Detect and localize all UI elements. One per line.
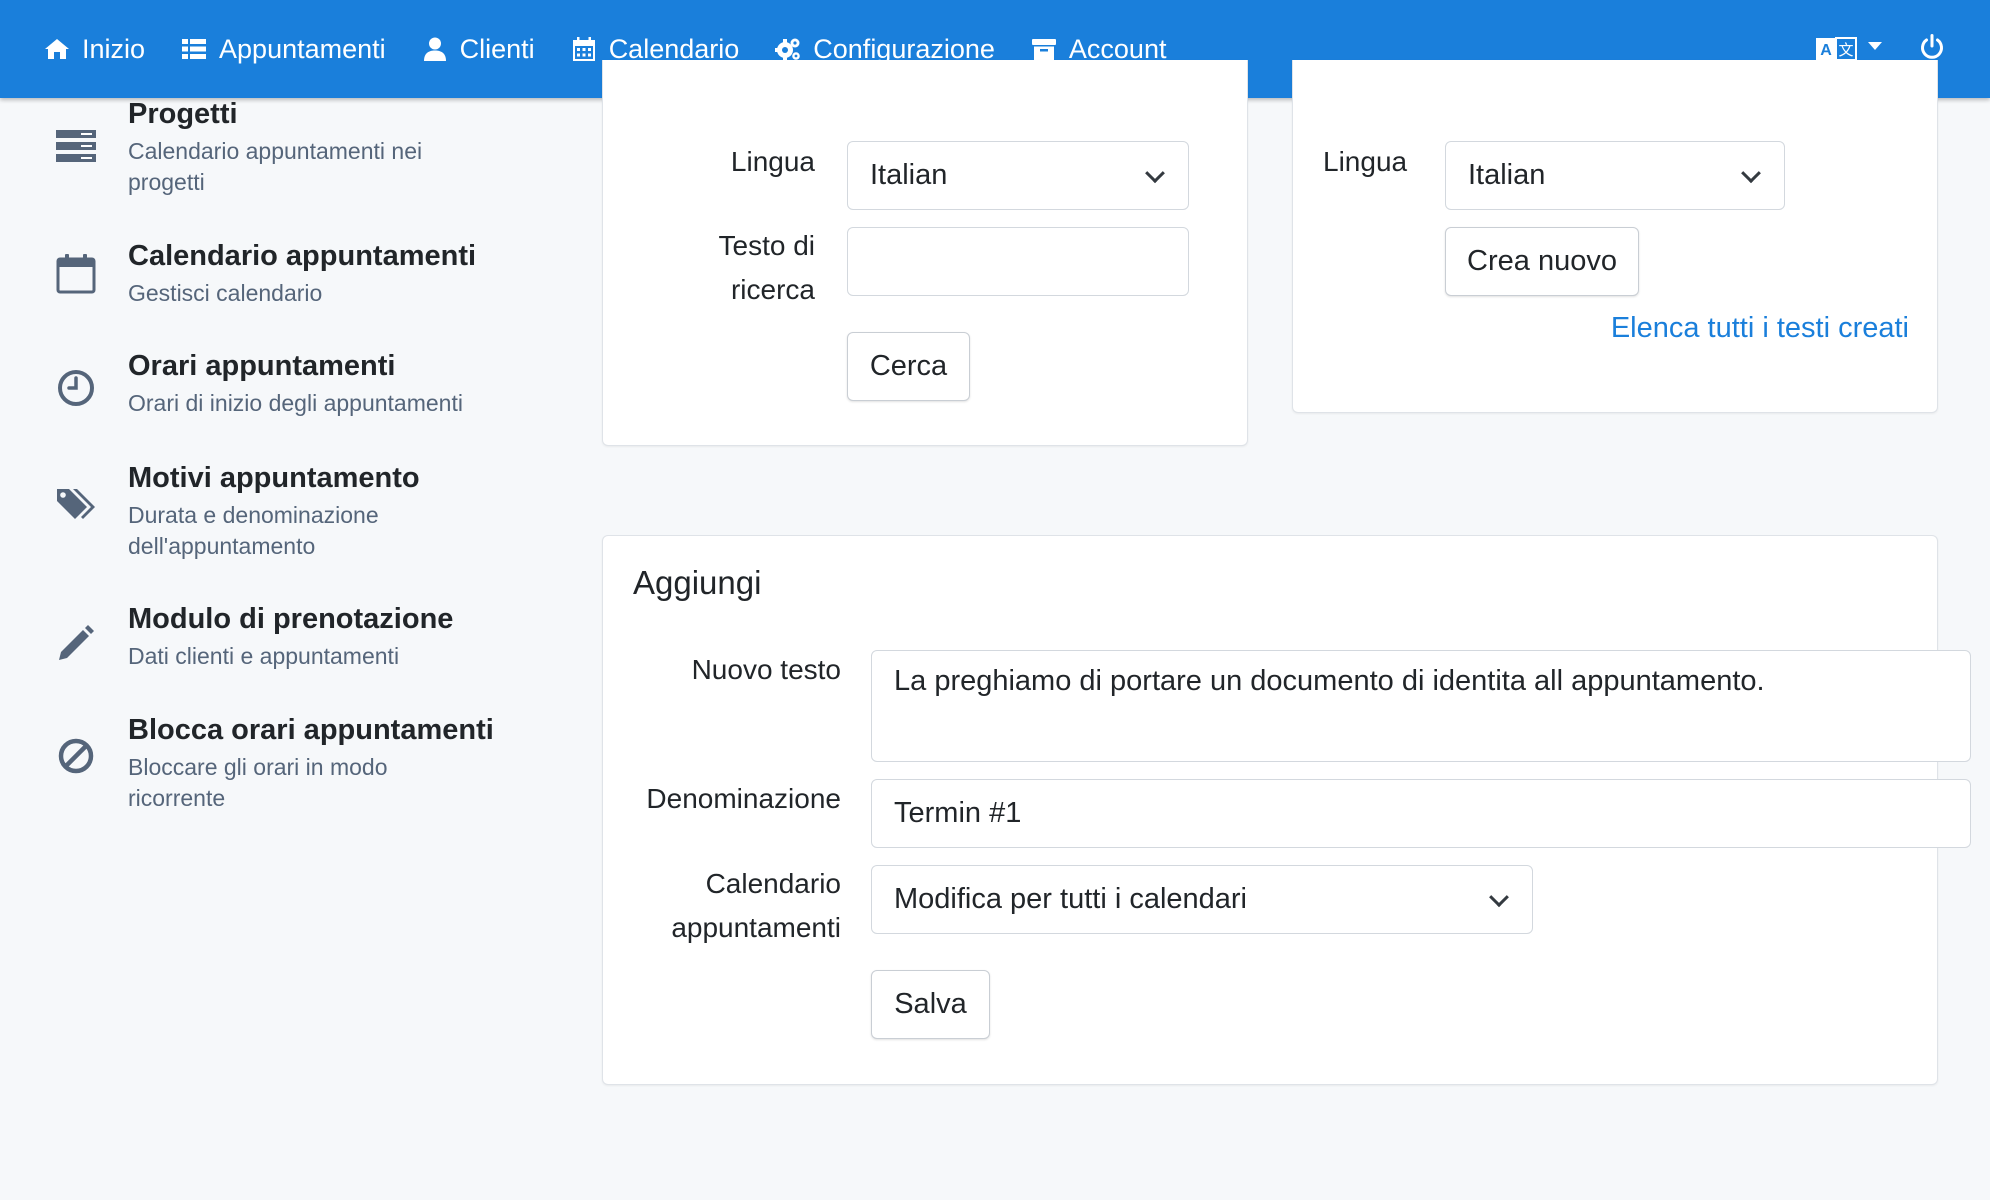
- new-text-label: Nuovo testo: [691, 654, 841, 685]
- nav-inizio-label: Inizio: [82, 33, 146, 64]
- language-label: Lingua: [1323, 146, 1408, 177]
- create-new-button[interactable]: Crea nuovo: [1445, 227, 1639, 296]
- sidebar-item-title: Orari appuntamenti: [128, 350, 396, 382]
- new-text-textarea[interactable]: La preghiamo di portare un documento di …: [871, 650, 1971, 762]
- list-icon: [182, 39, 207, 59]
- list-all-texts-link[interactable]: Elenca tutti i testi creati: [1611, 312, 1909, 345]
- language-select-value: Italian: [870, 159, 948, 191]
- calendar-select[interactable]: Modifica per tutti i calendari: [871, 865, 1533, 934]
- add-card-title: Aggiungi: [633, 564, 762, 601]
- search-button[interactable]: Cerca: [847, 332, 970, 401]
- nav-appuntamenti-label: Appuntamenti: [219, 33, 386, 64]
- nav-clienti-label: Clienti: [459, 33, 535, 64]
- sidebar-item-subtitle: Bloccare gli orari in modo ricorrente: [128, 754, 388, 811]
- language-label: Lingua: [730, 146, 815, 177]
- sidebar-item-subtitle: Durata e denominazione dell'appuntamento: [128, 502, 379, 559]
- sidebar-item-subtitle: Calendario appuntamenti nei progetti: [128, 138, 423, 195]
- search-text-label: Testo di ricerca: [718, 230, 816, 305]
- sidebar-item-title: Calendario appuntamenti: [128, 240, 477, 272]
- cogs-icon: [775, 38, 801, 61]
- sidebar-item-blocca[interactable]: Blocca orari appuntamenti Bloccare gli o…: [0, 714, 560, 824]
- search-input[interactable]: [847, 227, 1189, 296]
- power-icon: [1921, 33, 1943, 59]
- nav-appuntamenti[interactable]: Appuntamenti: [181, 34, 386, 65]
- add-card: Aggiungi Nuovo testo La preghiamo di por…: [602, 535, 1971, 1085]
- sidebar-item-progetti[interactable]: Progetti Calendario appuntamenti nei pro…: [0, 98, 560, 208]
- sidebar-item-subtitle: Dati clienti e appuntamenti: [128, 643, 400, 669]
- nav-clienti[interactable]: Clienti: [422, 34, 535, 65]
- name-label: Denominazione: [646, 783, 841, 814]
- chevron-down-icon: [1489, 886, 1509, 907]
- pencil-icon: [54, 621, 98, 665]
- sidebar-item-subtitle: Gestisci calendario: [128, 280, 323, 306]
- server-icon: [54, 124, 98, 168]
- svg-text:A: A: [1820, 42, 1832, 59]
- clock-icon: [54, 366, 98, 410]
- tags-icon: [54, 482, 98, 526]
- create-card: Lingua Italian Crea nuovo Elenca tutti i…: [1292, 60, 1938, 413]
- sidebar-item-modulo[interactable]: Modulo di prenotazione Dati clienti e ap…: [0, 603, 560, 683]
- home-icon: [45, 39, 69, 59]
- ban-icon: [54, 734, 98, 778]
- language-select[interactable]: Italian: [1445, 141, 1785, 210]
- sidebar-item-title: Modulo di prenotazione: [128, 603, 454, 635]
- sidebar-item-orari[interactable]: Orari appuntamenti Orari di inizio degli…: [0, 350, 560, 430]
- language-select[interactable]: Italian: [847, 141, 1189, 210]
- language-icon: A 文: [1816, 37, 1857, 61]
- nav-inizio[interactable]: Inizio: [44, 34, 145, 65]
- svg-text:文: 文: [1838, 41, 1853, 59]
- calendar-icon: [572, 37, 595, 61]
- calendar-label: Calendario appuntamenti: [671, 868, 841, 943]
- language-dropdown[interactable]: A 文: [1816, 36, 1882, 62]
- chevron-down-icon: [1868, 42, 1882, 50]
- sidebar-item-title: Progetti: [128, 98, 238, 130]
- language-select-value: Italian: [1468, 159, 1546, 191]
- search-card: Lingua Italian Testo di ricerca Cerca: [602, 60, 1248, 446]
- chevron-down-icon: [1145, 162, 1165, 183]
- sidebar-item-motivi[interactable]: Motivi appuntamento Durata e denominazio…: [0, 462, 560, 572]
- sidebar-item-calendario[interactable]: Calendario appuntamenti Gestisci calenda…: [0, 240, 560, 320]
- sidebar-item-subtitle: Orari di inizio degli appuntamenti: [128, 390, 463, 416]
- calendar-select-value: Modifica per tutti i calendari: [894, 883, 1247, 915]
- user-icon: [423, 37, 446, 61]
- sidebar-item-title: Motivi appuntamento: [128, 462, 420, 494]
- calendar-outline-icon: [54, 252, 98, 296]
- save-button[interactable]: Salva: [871, 970, 990, 1039]
- chevron-down-icon: [1741, 162, 1761, 183]
- archive-icon: [1031, 39, 1056, 60]
- sidebar-item-title: Blocca orari appuntamenti: [128, 714, 494, 746]
- name-input[interactable]: [871, 779, 1971, 848]
